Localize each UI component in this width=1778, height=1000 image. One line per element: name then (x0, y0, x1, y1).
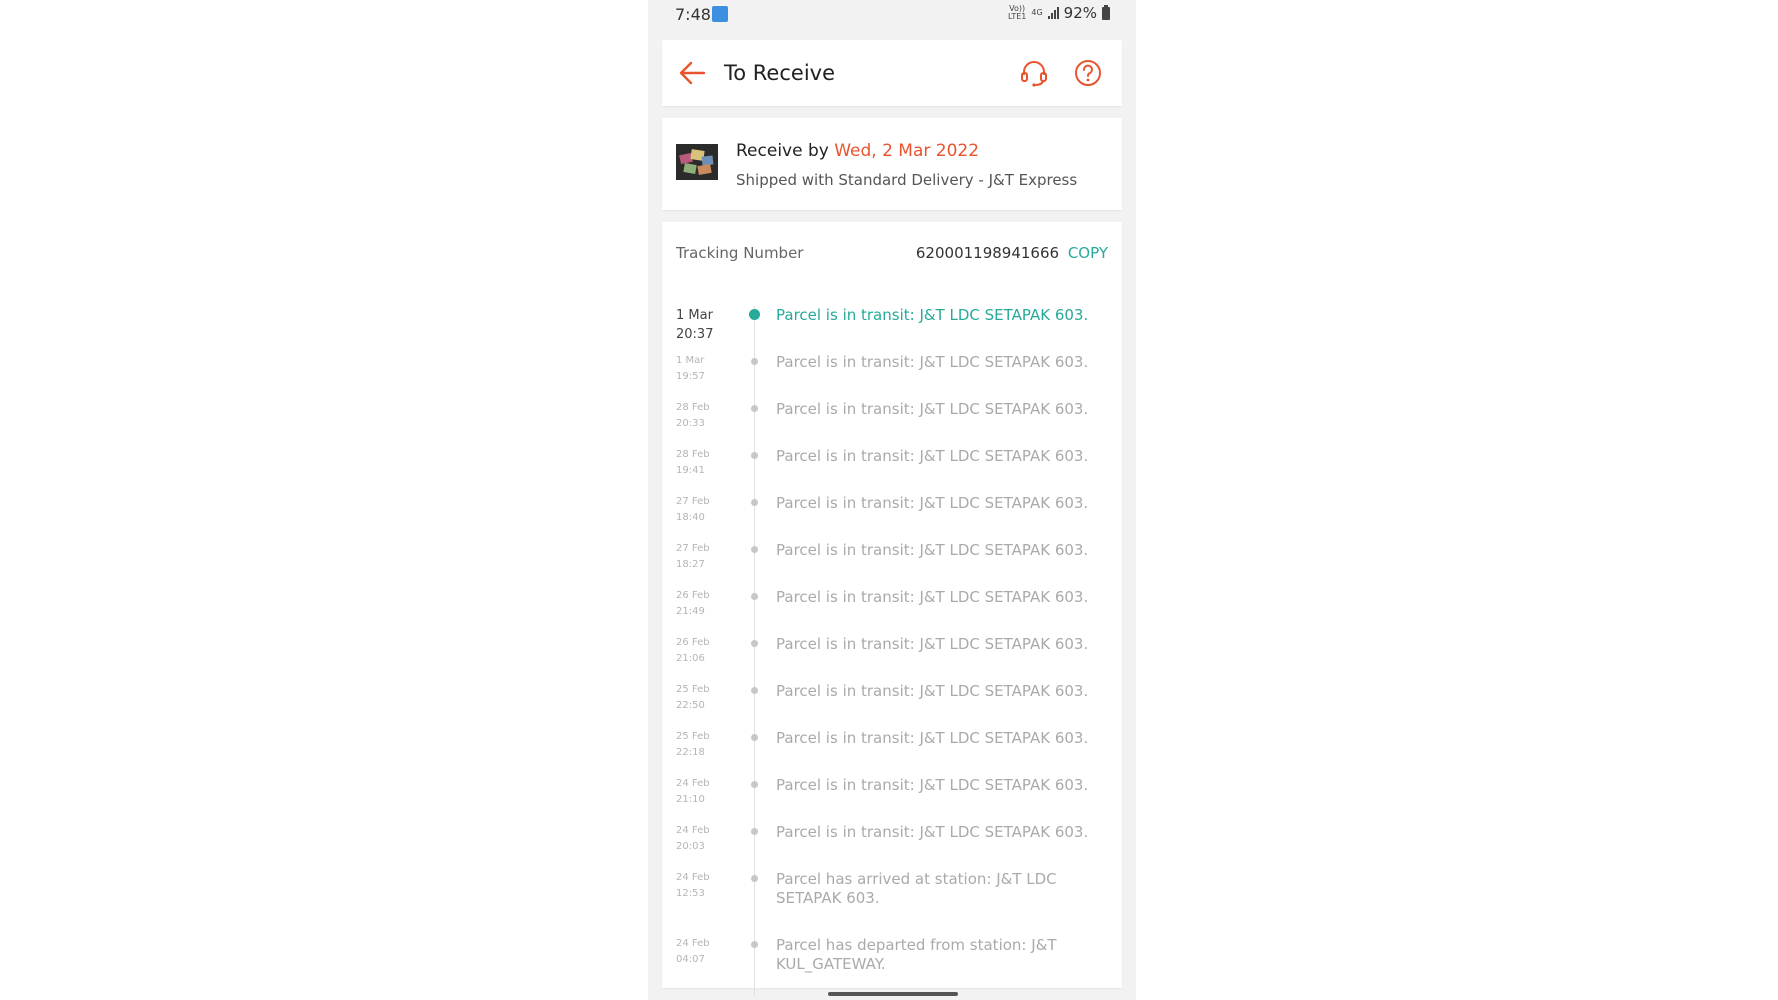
battery-percent: 92% (1063, 4, 1097, 22)
event-time: 19:41 (676, 465, 705, 476)
receive-by-date: Wed, 2 Mar 2022 (834, 141, 980, 161)
copy-button[interactable]: COPY (1068, 244, 1108, 262)
event-time: 20:03 (676, 841, 705, 852)
event-description: Parcel is in transit: J&T LDC SETAPAK 60… (776, 682, 1089, 700)
event-date: 24 Feb (676, 872, 710, 883)
timeline-dot (751, 358, 758, 365)
event-date: 25 Feb (676, 731, 710, 742)
event-time: 21:49 (676, 606, 705, 617)
shipping-method: Shipped with Standard Delivery - J&T Exp… (736, 171, 1078, 189)
tracking-number-row: 620001198941666 COPY (916, 244, 1108, 262)
event-timestamp: 28 Feb 20:33 (676, 400, 732, 432)
product-thumbnail (676, 144, 718, 180)
event-description: Parcel has arrived at station: J&T LDC S… (776, 870, 1057, 907)
event-date: 28 Feb (676, 449, 710, 460)
home-indicator[interactable] (828, 992, 958, 996)
timeline-dot (751, 781, 758, 788)
event-timestamp: 25 Feb 22:50 (676, 682, 732, 714)
tracking-number-label: Tracking Number (676, 244, 804, 262)
event-time: 12:53 (676, 888, 705, 899)
signal-icon (1047, 7, 1059, 19)
receive-by-line: Receive by Wed, 2 Mar 2022 (736, 141, 979, 161)
event-timestamp: 26 Feb 21:49 (676, 588, 732, 620)
network-type: 4G (1031, 8, 1043, 17)
event-timestamp: 25 Feb 22:18 (676, 729, 732, 761)
event-time: 21:06 (676, 653, 705, 664)
arrow-left-icon[interactable] (678, 60, 706, 86)
event-description: Parcel is in transit: J&T LDC SETAPAK 60… (776, 776, 1089, 794)
event-description: Parcel is in transit: J&T LDC SETAPAK 60… (776, 823, 1089, 841)
event-description: Parcel is in transit: J&T LDC SETAPAK 60… (776, 729, 1089, 747)
event-timestamp: 24 Feb 20:03 (676, 823, 732, 855)
question-circle-icon[interactable] (1073, 58, 1103, 88)
timeline-dot (751, 640, 758, 647)
event-description: Parcel has departed from station: J&T KU… (776, 936, 1057, 973)
event-date: 24 Feb (676, 778, 710, 789)
battery-icon (1102, 4, 1110, 20)
notification-app-icon (712, 6, 728, 22)
event-date: 26 Feb (676, 590, 710, 601)
event-date: 27 Feb (676, 543, 710, 554)
event-description: Parcel is in transit: J&T LDC SETAPAK 60… (776, 494, 1089, 512)
event-description: Parcel is in transit: J&T LDC SETAPAK 60… (776, 447, 1089, 465)
event-time: 20:37 (676, 327, 714, 342)
event-date: 1 Mar (676, 355, 705, 366)
event-date: 27 Feb (676, 496, 710, 507)
event-description: Parcel is in transit: J&T LDC SETAPAK 60… (776, 400, 1089, 418)
timeline-dot (751, 499, 758, 506)
event-time: 21:10 (676, 794, 705, 805)
headset-icon[interactable] (1019, 58, 1049, 88)
timeline-dot (751, 452, 758, 459)
event-date: 28 Feb (676, 402, 710, 413)
page-title: To Receive (724, 61, 835, 85)
event-timestamp: 24 Feb 04:07 (676, 936, 732, 968)
event-date: 24 Feb (676, 938, 710, 949)
event-timestamp: 24 Feb 12:53 (676, 870, 732, 902)
phone-screen: 7:48 Vo)) LTE1 4G 92% To Receive Receive… (648, 0, 1136, 1000)
volte-indicator: Vo)) LTE1 (1008, 5, 1026, 21)
timeline-dot (751, 941, 758, 948)
event-time: 22:50 (676, 700, 705, 711)
status-bar: 7:48 Vo)) LTE1 4G 92% (648, 0, 1136, 30)
status-indicators: Vo)) LTE1 4G 92% (1008, 4, 1110, 22)
event-time: 18:40 (676, 512, 705, 523)
event-date: 1 Mar (676, 308, 713, 323)
status-time: 7:48 (675, 5, 711, 24)
timeline-dot (751, 405, 758, 412)
timeline-dot-active (749, 309, 760, 320)
event-timestamp: 27 Feb 18:27 (676, 541, 732, 573)
event-timestamp: 1 Mar 20:37 (676, 306, 732, 344)
event-time: 22:18 (676, 747, 705, 758)
event-timestamp: 27 Feb 18:40 (676, 494, 732, 526)
receive-by-label: Receive by (736, 141, 829, 161)
event-description: Parcel is in transit: J&T LDC SETAPAK 60… (776, 588, 1089, 606)
event-time: 19:57 (676, 371, 705, 382)
tracking-number: 620001198941666 (915, 244, 1060, 262)
timeline-dot (751, 828, 758, 835)
timeline-dot (751, 546, 758, 553)
event-timestamp: 28 Feb 19:41 (676, 447, 732, 479)
event-description: Parcel is in transit: J&T LDC SETAPAK 60… (776, 541, 1089, 559)
event-timestamp: 26 Feb 21:06 (676, 635, 732, 667)
timeline-dot (751, 734, 758, 741)
event-time: 04:07 (676, 954, 705, 965)
event-description: Parcel is in transit: J&T LDC SETAPAK 60… (776, 353, 1089, 371)
event-date: 26 Feb (676, 637, 710, 648)
tracking-card: Tracking Number 620001198941666 COPY 1 M… (662, 222, 1122, 996)
top-app-bar: To Receive (662, 40, 1122, 106)
event-time: 20:33 (676, 418, 705, 429)
shipping-info-card[interactable]: Receive by Wed, 2 Mar 2022 Shipped with … (662, 118, 1122, 210)
event-date: 25 Feb (676, 684, 710, 695)
event-description: Parcel is in transit: J&T LDC SETAPAK 60… (776, 306, 1089, 324)
timeline-dot (751, 593, 758, 600)
event-timestamp: 24 Feb 21:10 (676, 776, 732, 808)
event-time: 18:27 (676, 559, 705, 570)
lte-label: LTE1 (1007, 12, 1027, 21)
timeline-dot (751, 875, 758, 882)
event-description: Parcel is in transit: J&T LDC SETAPAK 60… (776, 635, 1089, 653)
event-timestamp: 1 Mar 19:57 (676, 353, 732, 385)
event-date: 24 Feb (676, 825, 710, 836)
timeline-dot (751, 687, 758, 694)
